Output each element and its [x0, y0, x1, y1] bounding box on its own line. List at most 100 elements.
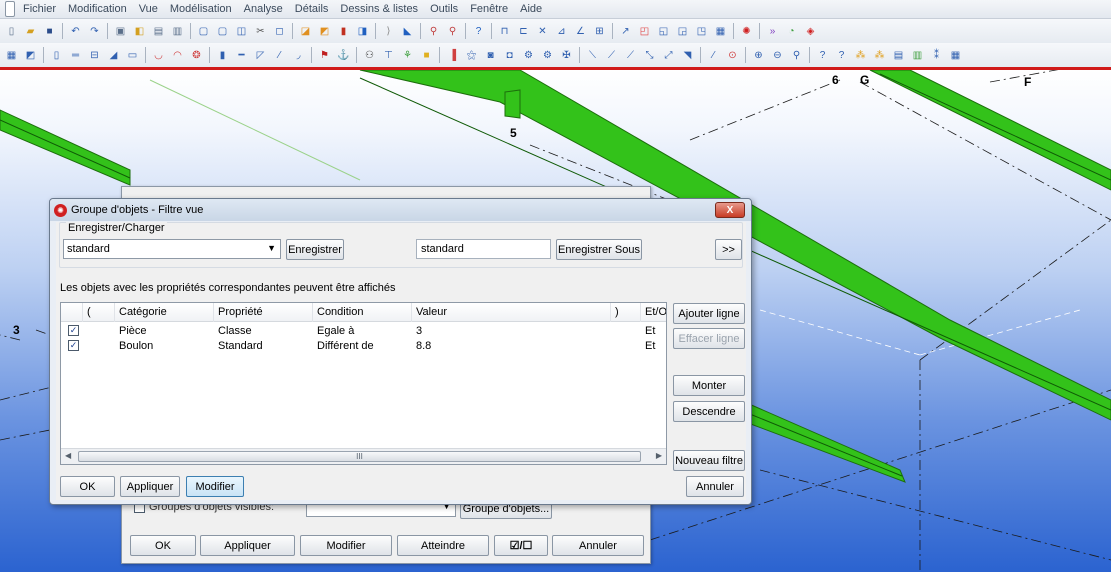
attr7-icon[interactable]: ✠	[558, 47, 575, 63]
component-icon[interactable]: ⚑	[316, 47, 333, 63]
plane-icon[interactable]: ◩	[22, 47, 39, 63]
drawing4-icon[interactable]: ◨	[354, 23, 371, 39]
scroll-thumb[interactable]: III	[78, 451, 641, 462]
num8-icon[interactable]: ▦	[947, 47, 964, 63]
copy-icon[interactable]: ▤	[150, 23, 167, 39]
dim2-icon[interactable]: ⟋	[603, 47, 620, 63]
grid-icon[interactable]: ▦	[3, 47, 20, 63]
row-condition[interactable]: Différent de	[317, 339, 374, 353]
measure6-icon[interactable]: ▦	[712, 23, 729, 39]
plate-icon[interactable]: ◢	[105, 47, 122, 63]
attr6-icon[interactable]: ⚙	[539, 47, 556, 63]
macro2-icon[interactable]: ◔	[783, 23, 800, 39]
inquire-icon[interactable]: ⚇	[361, 47, 378, 63]
menu-analyse[interactable]: Analyse	[238, 0, 289, 19]
cp-icon[interactable]: ⁄	[705, 47, 722, 63]
row-checkbox[interactable]: ✓	[68, 325, 79, 336]
col-category[interactable]: Catégorie	[115, 303, 214, 322]
move-up-button[interactable]: Monter	[673, 375, 745, 396]
measure-icon[interactable]: ↗	[617, 23, 634, 39]
row-checkbox[interactable]: ✓	[68, 340, 79, 351]
delete-row-button[interactable]: Effacer ligne	[673, 328, 745, 349]
toggle-checkboxes-button[interactable]: ☑/☐	[494, 535, 548, 556]
attr3-icon[interactable]: ◙	[482, 47, 499, 63]
row-value[interactable]: 8.8	[416, 339, 431, 353]
beam2-icon[interactable]: ⊟	[86, 47, 103, 63]
num4-icon[interactable]: ⁂	[871, 47, 888, 63]
new-file-icon[interactable]: ▯	[3, 23, 20, 39]
weld-icon[interactable]: ◡	[150, 47, 167, 63]
num-icon[interactable]: ?	[814, 47, 831, 63]
drawing3-icon[interactable]: ▮	[335, 23, 352, 39]
view2-icon[interactable]: ▢	[214, 23, 231, 39]
row-value[interactable]: 3	[416, 324, 422, 338]
tool-icon[interactable]: ⟩	[380, 23, 397, 39]
dim5-icon[interactable]: ⤢	[660, 47, 677, 63]
dialog-titlebar[interactable]: ✺ Groupe d'objets - Filtre vue X	[50, 199, 751, 221]
redo-icon[interactable]: ↷	[86, 23, 103, 39]
col-property[interactable]: Propriété	[214, 303, 313, 322]
attr5-icon[interactable]: ⚙	[520, 47, 537, 63]
col-close-paren[interactable]: )	[611, 303, 641, 322]
bolt4-icon[interactable]: ⁄	[271, 47, 288, 63]
attr4-icon[interactable]: ◘	[501, 47, 518, 63]
dim-icon[interactable]: ⟍	[584, 47, 601, 63]
cp2-icon[interactable]: ⊙	[724, 47, 741, 63]
view3-icon[interactable]: ◫	[233, 23, 250, 39]
add-row-button[interactable]: Ajouter ligne	[673, 303, 745, 324]
bolt3-icon[interactable]: ◸	[252, 47, 269, 63]
measure4-icon[interactable]: ◲	[674, 23, 691, 39]
more-button[interactable]: >>	[715, 239, 742, 260]
bolt5-icon[interactable]: ◞	[290, 47, 307, 63]
paste-icon[interactable]: ▥	[169, 23, 186, 39]
scroll-right-icon[interactable]: ▶	[656, 451, 662, 460]
load-combo[interactable]: standard ▼	[63, 239, 281, 259]
dim6-icon[interactable]: ◥	[679, 47, 696, 63]
view-ok-button[interactable]: OK	[130, 535, 196, 556]
close-button[interactable]: X	[715, 202, 745, 218]
snap-icon[interactable]: ⊓	[496, 23, 513, 39]
help-icon[interactable]: ?	[470, 23, 487, 39]
inquire3-icon[interactable]: ⚘	[399, 47, 416, 63]
open-model-icon[interactable]: ◧	[131, 23, 148, 39]
menu-vue[interactable]: Vue	[133, 0, 164, 19]
col-condition[interactable]: Condition	[313, 303, 412, 322]
table-row[interactable]: ✓ Pièce Classe Egale à 3 Et	[61, 324, 666, 338]
bolt-icon[interactable]: ▮	[214, 47, 231, 63]
snap5-icon[interactable]: ∠	[572, 23, 589, 39]
num6-icon[interactable]: ▥	[909, 47, 926, 63]
table-row[interactable]: ✓ Boulon Standard Différent de 8.8 Et	[61, 339, 666, 353]
tekla-icon[interactable]: ✺	[738, 23, 755, 39]
menu-modelisation[interactable]: Modélisation	[164, 0, 238, 19]
scroll-left-icon[interactable]: ◀	[65, 451, 71, 460]
print-icon[interactable]: ▣	[112, 23, 129, 39]
row-category[interactable]: Pièce	[119, 324, 147, 338]
select-icon[interactable]: ⚲	[425, 23, 442, 39]
zoom-icon[interactable]: ⚲	[788, 47, 805, 63]
tool2-icon[interactable]: ◣	[399, 23, 416, 39]
column-icon[interactable]: ▯	[48, 47, 65, 63]
view-reach-button[interactable]: Atteindre	[397, 535, 489, 556]
measure3-icon[interactable]: ◱	[655, 23, 672, 39]
row-condition[interactable]: Egale à	[317, 324, 354, 338]
undo-icon[interactable]: ↶	[67, 23, 84, 39]
row-and-or[interactable]: Et	[645, 324, 655, 338]
inquire4-icon[interactable]: ■	[418, 47, 435, 63]
save-icon[interactable]: ■	[41, 23, 58, 39]
panel-icon[interactable]: ▭	[124, 47, 141, 63]
measure2-icon[interactable]: ◰	[636, 23, 653, 39]
menu-fenetre[interactable]: Fenêtre	[464, 0, 514, 19]
num5-icon[interactable]: ▤	[890, 47, 907, 63]
select2-icon[interactable]: ⚲	[444, 23, 461, 39]
view-cancel-button[interactable]: Annuler	[552, 535, 644, 556]
snap6-icon[interactable]: ⊞	[591, 23, 608, 39]
macro3-icon[interactable]: ◈	[802, 23, 819, 39]
snap4-icon[interactable]: ⊿	[553, 23, 570, 39]
measure5-icon[interactable]: ◳	[693, 23, 710, 39]
new-filter-button[interactable]: Nouveau filtre	[673, 450, 745, 471]
snap3-icon[interactable]: ✕	[534, 23, 551, 39]
drawing-icon[interactable]: ◪	[297, 23, 314, 39]
menu-modification[interactable]: Modification	[62, 0, 133, 19]
num7-icon[interactable]: ⁑	[928, 47, 945, 63]
view-apply-button[interactable]: Appliquer	[200, 535, 295, 556]
